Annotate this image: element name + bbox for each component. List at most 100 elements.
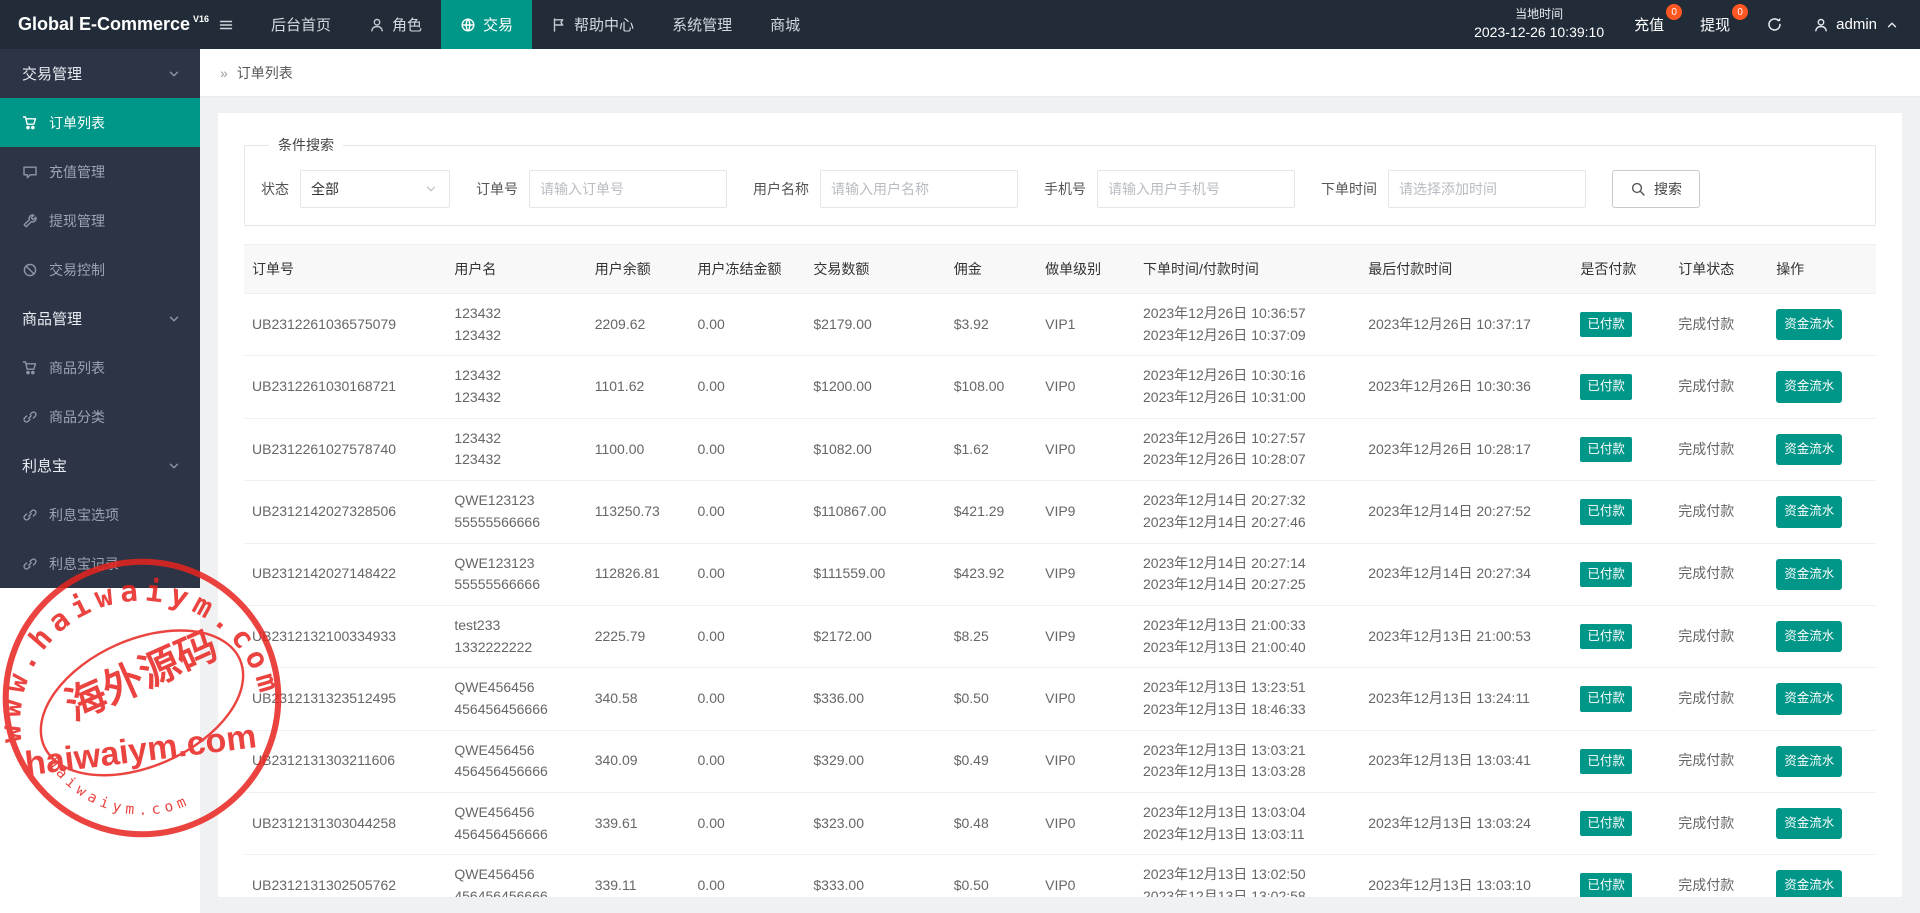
table-row: UB2312142027328506 QWE123123 55555566666 11… — [244, 480, 1876, 544]
menu-toggle-icon[interactable] — [200, 0, 252, 49]
cell-amount: $329.00 — [805, 730, 946, 794]
cell-action: 资金流水 — [1768, 293, 1876, 357]
cell-commission: $0.50 — [945, 667, 1038, 731]
column-header: 订单号 — [244, 244, 447, 294]
fund-flow-button[interactable]: 资金流水 — [1776, 870, 1843, 897]
fund-flow-button[interactable]: 资金流水 — [1776, 496, 1843, 528]
nav-item-trade[interactable]: 交易 — [441, 0, 533, 49]
cell-frozen: 0.00 — [689, 854, 806, 897]
sidebar-item-trade-control[interactable]: 交易控制 — [0, 245, 200, 294]
nav-item-roles[interactable]: 角色 — [350, 0, 441, 49]
cell-paid: 已付款 — [1572, 792, 1671, 856]
cell-status: 完成付款 — [1670, 605, 1769, 669]
search-button[interactable]: 搜索 — [1612, 170, 1700, 208]
cell-status: 完成付款 — [1670, 355, 1769, 419]
app-logo[interactable]: Global E-Commerce V16 — [0, 0, 209, 49]
sidebar-item-recharge-manage[interactable]: 充值管理 — [0, 147, 200, 196]
fund-flow-button[interactable]: 资金流水 — [1776, 683, 1843, 715]
cell-order-time: 2023年12月26日 10:27:57 2023年12月26日 10:28:07 — [1135, 418, 1361, 482]
sidebar-group-label: 交易管理 — [22, 66, 83, 83]
fund-flow-button[interactable]: 资金流水 — [1776, 620, 1843, 653]
column-header: 订单状态 — [1670, 244, 1769, 294]
breadcrumb-current: 订单列表 — [236, 64, 293, 81]
cell-amount: $336.00 — [805, 667, 946, 731]
cell-level: VIP9 — [1037, 543, 1136, 606]
cell-action: 资金流水 — [1768, 792, 1876, 856]
main-area: » 订单列表 条件搜索 状态 全部 订单号 请输入订单号 用户名称 请输入用户名… — [200, 49, 1920, 913]
order-no-input[interactable] — [529, 170, 727, 208]
cell-level: VIP0 — [1037, 667, 1136, 731]
sidebar-item-label: 充值管理 — [49, 163, 105, 180]
sidebar-item-order-list[interactable]: 订单列表 — [0, 98, 200, 147]
recharge-nav-item[interactable]: 充值 0 — [1634, 4, 1683, 35]
cell-amount: $111559.00 — [805, 543, 946, 606]
cell-action: 资金流水 — [1768, 418, 1876, 482]
sidebar-group-trade-manage[interactable]: 交易管理 — [0, 49, 200, 98]
fund-flow-button[interactable]: 资金流水 — [1776, 808, 1843, 840]
withdraw-nav-item[interactable]: 提现 0 — [1700, 4, 1749, 35]
cell-balance: 1101.62 — [586, 355, 690, 419]
fund-flow-button[interactable]: 资金流水 — [1776, 558, 1843, 590]
sidebar-item-lixibao-options[interactable]: 利息宝选项 — [0, 490, 200, 539]
order-no-filter: 订单号 — [476, 170, 727, 208]
cell-frozen: 0.00 — [689, 730, 806, 794]
cell-commission: $0.50 — [945, 854, 1038, 897]
fund-flow-button[interactable]: 资金流水 — [1776, 371, 1843, 403]
cell-order-time: 2023年12月13日 13:23:51 2023年12月13日 18:46:33 — [1135, 667, 1361, 731]
nav-item-home[interactable]: 后台首页 — [252, 0, 350, 49]
sidebar-group-lixibao[interactable]: 利息宝 — [0, 441, 200, 490]
sidebar-item-withdraw-manage[interactable]: 提现管理 — [0, 196, 200, 245]
cell-level: VIP0 — [1037, 355, 1136, 419]
app-logo-version: V16 — [193, 13, 210, 24]
cell-balance: 112826.81 — [586, 543, 690, 606]
sidebar-group-goods-manage[interactable]: 商品管理 — [0, 294, 200, 343]
order-time-input[interactable] — [1388, 170, 1586, 208]
cell-level: VIP0 — [1037, 854, 1136, 897]
cell-order-no: UB2312142027148422 — [244, 543, 447, 606]
cell-level: VIP0 — [1037, 418, 1136, 482]
cell-frozen: 0.00 — [689, 667, 806, 731]
cart-icon — [22, 360, 38, 376]
comment-icon — [22, 164, 38, 180]
content-area: 条件搜索 状态 全部 订单号 用户名称 — [200, 97, 1920, 913]
cell-order-no: UB2312131323512495 — [244, 667, 447, 731]
chevron-down-icon — [166, 311, 182, 327]
cart-icon — [22, 115, 38, 131]
nav-item-system[interactable]: 系统管理 — [653, 0, 751, 49]
nav-item-label: 角色 — [392, 17, 423, 34]
fund-flow-button[interactable]: 资金流水 — [1776, 309, 1843, 341]
column-header: 用户余额 — [586, 244, 690, 294]
sidebar-item-goods-category[interactable]: 商品分类 — [0, 392, 200, 441]
cell-user: QWE123123 55555566666 — [446, 543, 587, 606]
admin-menu[interactable]: admin — [1813, 16, 1900, 33]
refresh-icon[interactable] — [1766, 16, 1783, 33]
cell-action: 资金流水 — [1768, 730, 1876, 794]
fund-flow-button[interactable]: 资金流水 — [1776, 433, 1843, 466]
cell-last-pay-time: 2023年12月13日 13:24:11 — [1360, 667, 1573, 731]
sidebar-item-label: 提现管理 — [49, 212, 105, 229]
user-name-input[interactable] — [820, 170, 1018, 208]
fund-flow-button[interactable]: 资金流水 — [1776, 745, 1843, 777]
cell-user: QWE456456 456456456666 — [446, 792, 587, 856]
sidebar-item-label: 商品列表 — [49, 359, 105, 376]
phone-input[interactable] — [1097, 170, 1295, 208]
nav-item-mall[interactable]: 商城 — [751, 0, 819, 49]
column-header: 最后付款时间 — [1360, 244, 1573, 294]
user-name-filter: 用户名称 — [753, 170, 1018, 208]
chevron-down-icon — [166, 458, 182, 474]
sidebar-group-label: 商品管理 — [22, 311, 83, 328]
cell-balance: 340.09 — [586, 730, 690, 794]
nav-item-help[interactable]: 帮助中心 — [532, 0, 653, 49]
sidebar-group-label: 利息宝 — [22, 458, 68, 475]
cell-frozen: 0.00 — [689, 355, 806, 419]
status-select[interactable]: 全部 — [300, 170, 450, 208]
cell-last-pay-time: 2023年12月13日 13:03:41 — [1360, 730, 1573, 794]
sidebar-item-lixibao-records[interactable]: 利息宝记录 — [0, 539, 200, 588]
breadcrumb: » 订单列表 — [200, 49, 1920, 97]
cell-status: 完成付款 — [1670, 480, 1769, 544]
sidebar-item-goods-list[interactable]: 商品列表 — [0, 343, 200, 392]
withdraw-count-badge: 0 — [1732, 4, 1749, 20]
sidebar-menu: 交易管理订单列表充值管理提现管理交易控制商品管理商品列表商品分类利息宝利息宝选项… — [0, 49, 200, 588]
search-filters: 状态 全部 订单号 用户名称 手机 — [261, 170, 1859, 208]
cell-level: VIP9 — [1037, 605, 1136, 669]
